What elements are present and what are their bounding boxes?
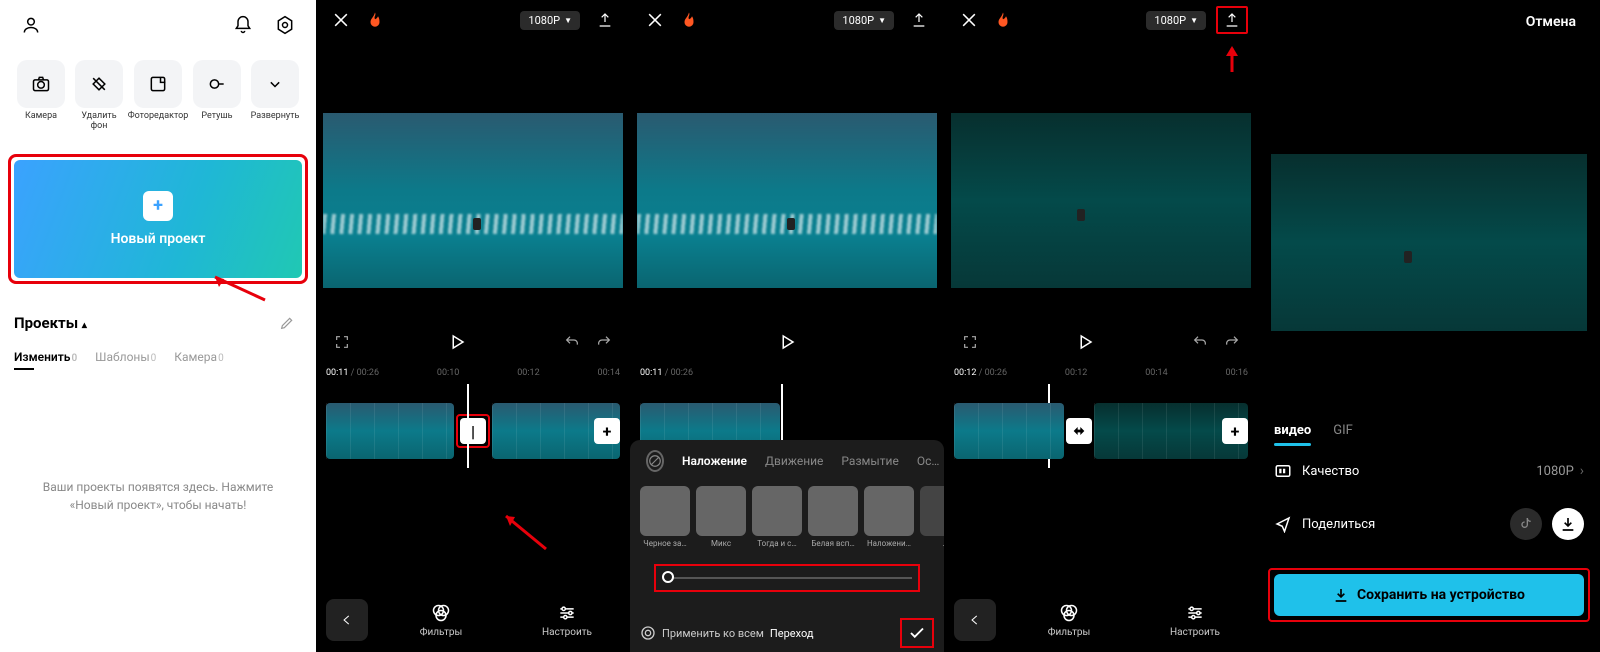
- fullscreen-icon[interactable]: [962, 334, 978, 350]
- quality-icon: [1274, 462, 1292, 480]
- settings-icon[interactable]: [270, 10, 300, 40]
- export-icon[interactable]: [904, 5, 934, 35]
- resolution-select[interactable]: 1080P▼: [520, 11, 580, 30]
- undo-icon[interactable]: [1192, 334, 1208, 350]
- save-to-device-button[interactable]: Сохранить на устройство: [1274, 574, 1584, 616]
- cancel-button[interactable]: Отмена: [1526, 14, 1576, 30]
- tool-filters[interactable]: Фильтры: [1006, 603, 1132, 638]
- apply-all-label[interactable]: Применить ко всем: [662, 627, 764, 640]
- tab-blur[interactable]: Размытие: [841, 454, 898, 468]
- timeline[interactable]: | +: [326, 402, 620, 460]
- transition-button[interactable]: [1066, 418, 1092, 444]
- export-highlight: [1216, 6, 1248, 34]
- tab-templates[interactable]: Шаблоны0: [95, 350, 156, 364]
- play-button[interactable]: [778, 333, 796, 351]
- timeline[interactable]: +: [954, 402, 1248, 460]
- transition-thumb[interactable]: Белая всп…: [808, 486, 858, 548]
- video-preview[interactable]: [637, 113, 937, 288]
- transition-thumb[interactable]: Наложени…: [864, 486, 914, 548]
- new-project-button[interactable]: + Новый проект: [14, 160, 302, 278]
- timeline-ticks: 00:11 / 00:26: [640, 364, 934, 382]
- close-icon[interactable]: [640, 5, 670, 35]
- tab-video[interactable]: видео: [1274, 423, 1311, 438]
- undo-icon[interactable]: [564, 334, 580, 350]
- quality-label: Качество: [1302, 464, 1359, 479]
- tab-overlay[interactable]: Наложение: [682, 454, 747, 468]
- duration-slider-highlight: [654, 564, 920, 592]
- play-button[interactable]: [448, 333, 466, 351]
- flame-icon[interactable]: [680, 11, 698, 29]
- transition-highlight: |: [456, 414, 490, 448]
- tool-remove-bg[interactable]: Удалить фон: [74, 60, 124, 132]
- share-label: Поделиться: [1302, 517, 1375, 532]
- share-icon: [1274, 515, 1292, 533]
- duration-slider[interactable]: [662, 577, 912, 579]
- redo-icon[interactable]: [596, 334, 612, 350]
- edit-projects-icon[interactable]: [272, 308, 302, 338]
- transition-thumb[interactable]: Черное за…: [640, 486, 690, 548]
- bell-icon[interactable]: [228, 10, 258, 40]
- resolution-select[interactable]: 1080P▼: [834, 11, 894, 30]
- transition-thumb[interactable]: …: [920, 486, 944, 548]
- share-tiktok-button[interactable]: [1510, 508, 1542, 540]
- tool-filters[interactable]: Фильтры: [378, 603, 504, 638]
- flame-icon[interactable]: [994, 11, 1012, 29]
- tool-photo-editor[interactable]: Фоторедактор: [132, 60, 184, 132]
- timeline-ticks: 00:11 / 00:26 00:1000:1200:14: [326, 364, 620, 382]
- export-icon[interactable]: [590, 5, 620, 35]
- video-preview[interactable]: [951, 113, 1251, 288]
- save-highlight: Сохранить на устройство: [1268, 568, 1590, 622]
- tab-camera[interactable]: Камера0: [174, 350, 223, 364]
- new-project-highlight: + Новый проект: [8, 154, 308, 284]
- fullscreen-icon[interactable]: [334, 334, 350, 350]
- timeline-ticks: 00:12 / 00:26 00:1200:1400:16: [954, 364, 1248, 382]
- transition-panel: Наложение Движение Размытие Ос… Черное з…: [630, 440, 944, 652]
- annotation-arrow: [210, 275, 270, 305]
- transition-thumb[interactable]: Микс: [696, 486, 746, 548]
- add-clip-button[interactable]: +: [594, 418, 620, 444]
- plus-icon: +: [143, 191, 173, 221]
- annotation-arrow: [501, 514, 551, 554]
- projects-heading: Проекты ▴: [14, 314, 87, 332]
- play-button[interactable]: [1076, 333, 1094, 351]
- export-preview: [1271, 154, 1587, 331]
- confirm-button[interactable]: [908, 624, 926, 642]
- share-download-button[interactable]: [1552, 508, 1584, 540]
- back-button[interactable]: [326, 599, 368, 641]
- new-project-label: Новый проект: [111, 231, 206, 247]
- transition-button[interactable]: |: [460, 418, 486, 444]
- transition-thumb[interactable]: Тогда и с…: [752, 486, 802, 548]
- quality-row[interactable]: Качество 1080P›: [1258, 448, 1600, 494]
- download-icon: [1333, 587, 1349, 603]
- tool-adjust[interactable]: Настроить: [1132, 603, 1258, 638]
- tool-camera[interactable]: Камера: [16, 60, 66, 132]
- transition-title: Переход: [770, 627, 814, 640]
- tab-more[interactable]: Ос…: [917, 454, 940, 468]
- tab-gif[interactable]: GIF: [1333, 423, 1353, 438]
- tool-retouch[interactable]: Ретушь: [192, 60, 242, 132]
- flame-icon[interactable]: [366, 11, 384, 29]
- back-button[interactable]: [954, 599, 996, 641]
- video-preview[interactable]: [323, 113, 623, 288]
- export-icon[interactable]: [1222, 10, 1242, 30]
- apply-all-icon[interactable]: [640, 625, 656, 641]
- close-icon[interactable]: [326, 5, 356, 35]
- tool-expand[interactable]: Развернуть: [250, 60, 300, 132]
- tab-motion[interactable]: Движение: [765, 454, 823, 468]
- tab-edit[interactable]: Изменить0: [14, 350, 77, 364]
- add-clip-button[interactable]: +: [1222, 418, 1248, 444]
- confirm-highlight: [900, 618, 934, 648]
- empty-state-text: Ваши проекты появятся здесь. Нажмите «Но…: [0, 368, 316, 514]
- profile-icon[interactable]: [16, 10, 46, 40]
- none-transition[interactable]: [646, 450, 664, 472]
- resolution-select[interactable]: 1080P▼: [1146, 11, 1206, 30]
- tool-adjust[interactable]: Настроить: [504, 603, 630, 638]
- annotation-arrow: [1222, 44, 1242, 74]
- redo-icon[interactable]: [1224, 334, 1240, 350]
- close-icon[interactable]: [954, 5, 984, 35]
- quality-value: 1080P: [1536, 464, 1573, 479]
